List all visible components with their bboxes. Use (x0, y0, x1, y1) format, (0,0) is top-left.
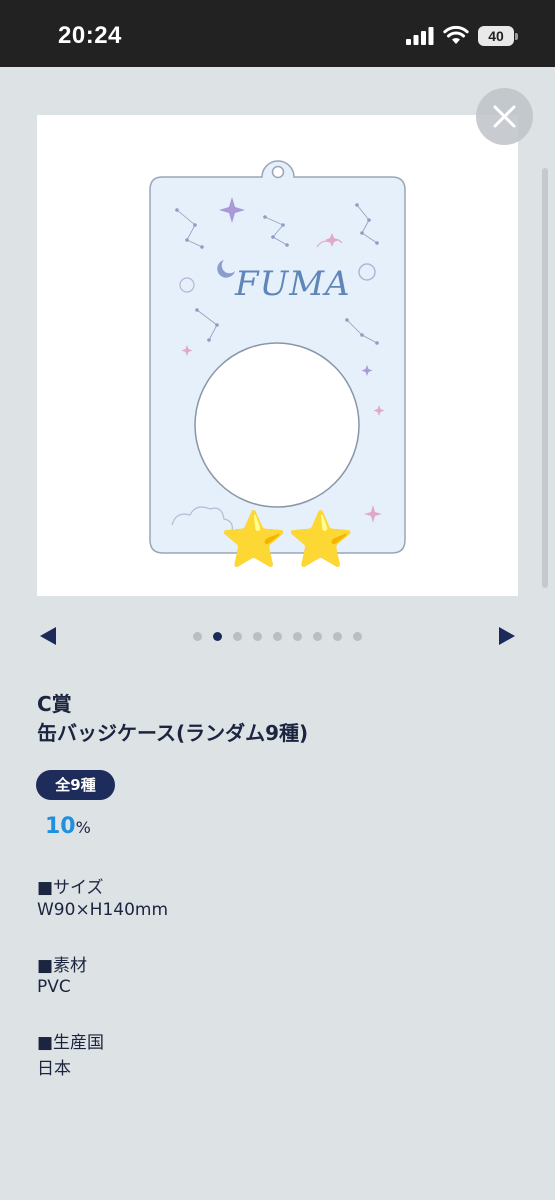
rate: 10% (45, 814, 91, 839)
status-time: 20:24 (58, 22, 122, 49)
carousel-dot-9[interactable] (353, 632, 362, 641)
spec-origin-value: 日本 (37, 1059, 71, 1079)
signal-icon (406, 27, 434, 45)
spec-size-label: ■サイズ (37, 878, 104, 898)
card-title: FUMA (234, 264, 351, 304)
star-sticker-1: ⭐ (220, 508, 288, 571)
prize-name: 缶バッジケース(ランダム9種) (37, 721, 309, 745)
rate-unit: % (75, 818, 91, 837)
spec-material-value: PVC (37, 977, 71, 997)
carousel-dot-2[interactable] (213, 632, 222, 641)
spec-material-label: ■素材 (37, 956, 88, 976)
carousel-dot-4[interactable] (253, 632, 262, 641)
close-icon (493, 105, 516, 128)
carousel-dot-8[interactable] (333, 632, 342, 641)
carousel-dot-5[interactable] (273, 632, 282, 641)
count-badge: 全9種 (36, 770, 115, 800)
rate-value: 10 (45, 814, 76, 839)
next-arrow-button[interactable] (498, 626, 516, 646)
carousel-dot-3[interactable] (233, 632, 242, 641)
wifi-icon (443, 25, 469, 44)
triangle-right-icon (499, 627, 515, 645)
spec-origin-label: ■生産国 (37, 1033, 105, 1053)
carousel-dot-6[interactable] (293, 632, 302, 641)
prize-title: C賞 (37, 692, 72, 716)
battery-icon: 40 (478, 26, 518, 46)
product-image-frame: FUMA ⭐ ⭐ (37, 115, 518, 596)
status-bar: 20:24 40 (0, 0, 555, 67)
close-button[interactable] (476, 88, 533, 145)
carousel-dot-1[interactable] (193, 632, 202, 641)
scrollbar[interactable] (542, 168, 548, 588)
triangle-left-icon (40, 627, 56, 645)
spec-size-value: W90×H140mm (37, 900, 169, 920)
carousel-dots (193, 632, 368, 642)
star-sticker-2: ⭐ (287, 508, 355, 571)
carousel-dot-7[interactable] (313, 632, 322, 641)
prev-arrow-button[interactable] (39, 626, 57, 646)
